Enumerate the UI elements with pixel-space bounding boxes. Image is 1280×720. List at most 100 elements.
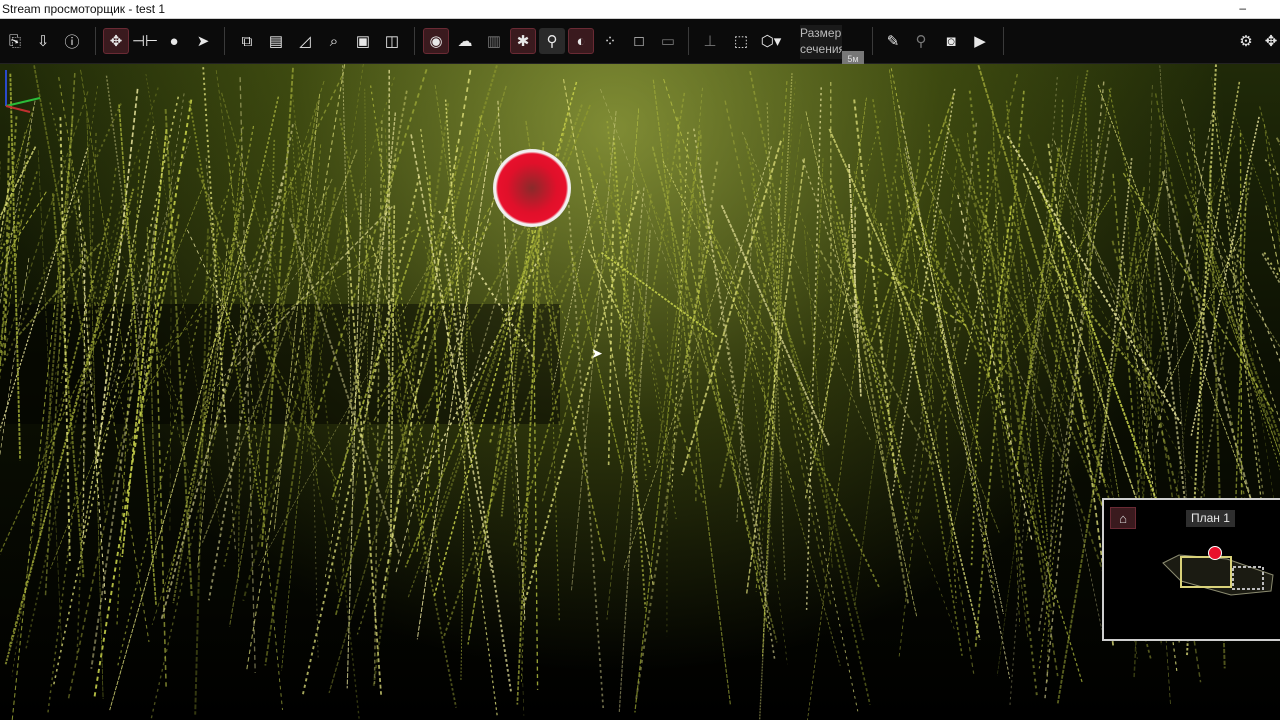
point-mode-icon[interactable]: ◉ xyxy=(423,28,449,54)
toolbar-separator xyxy=(688,27,689,55)
cube-dropdown-icon[interactable]: ⬡▾ xyxy=(758,28,784,54)
point-streak xyxy=(1265,205,1280,276)
info-icon[interactable]: ⓘ xyxy=(59,28,85,54)
point-streak xyxy=(970,151,990,567)
point-streak xyxy=(1211,77,1280,545)
clip-box-icon[interactable]: ⬚ xyxy=(728,28,754,54)
point-streak xyxy=(1084,181,1163,447)
layers-icon[interactable]: ▤ xyxy=(263,28,289,54)
point-streak xyxy=(264,187,337,666)
point-streak xyxy=(1035,175,1164,519)
copy-view-icon[interactable]: ⧉ xyxy=(234,28,260,54)
cloud-icon[interactable]: ☁ xyxy=(452,28,478,54)
toolbar-separator xyxy=(414,27,415,55)
minimize-button[interactable]: – xyxy=(1239,0,1246,16)
balls-icon[interactable]: ⁘ xyxy=(597,28,623,54)
main-toolbar: ⎘ ⇩ ⓘ ✥ ⊣⊢ ● ➤ ⧉ ▤ ◿ ⌕ ▣ ◫ ◉ ☁ ▥ ✱ ⚲ ◐ ⁘… xyxy=(0,19,1280,67)
toolbar-separator xyxy=(95,27,96,55)
location-marker[interactable] xyxy=(493,149,571,227)
point-streak xyxy=(701,241,716,358)
plan-selector[interactable]: План 1 xyxy=(1186,510,1235,527)
point-streak xyxy=(631,245,671,455)
open-icon[interactable]: ⎘ xyxy=(2,28,28,54)
ruler-icon[interactable]: ✎ xyxy=(880,28,906,54)
point-streak xyxy=(1155,112,1214,444)
image-icon[interactable]: ▣ xyxy=(350,28,376,54)
point-streak xyxy=(752,161,769,471)
point-streak xyxy=(755,81,788,592)
ghost-icon[interactable]: ✱ xyxy=(510,28,536,54)
zoom-fit-icon[interactable]: ⌕ xyxy=(321,28,347,54)
overflow-icon[interactable]: ✥ xyxy=(1258,28,1280,54)
measure-distance-icon[interactable]: ⊣⊢ xyxy=(132,28,158,54)
point-streak xyxy=(758,81,796,588)
point-streak xyxy=(587,249,626,327)
point-cloud-render xyxy=(0,64,1280,720)
user-view-icon[interactable]: ● xyxy=(161,28,187,54)
point-streak xyxy=(619,108,640,350)
point-streak xyxy=(1263,252,1280,280)
point-streak xyxy=(1073,231,1125,530)
point-streak xyxy=(624,203,677,520)
panorama-icon[interactable]: ▭ xyxy=(655,28,681,54)
point-streak xyxy=(565,169,605,709)
point-streak xyxy=(977,64,1106,486)
point-streak xyxy=(1041,198,1201,494)
navigate-icon[interactable]: ✥ xyxy=(103,28,129,54)
window-title: Stream просмоторщик - test 1 xyxy=(2,2,166,16)
point-streak xyxy=(637,92,686,383)
axis-gizmo xyxy=(5,70,41,113)
rect-icon[interactable]: □ xyxy=(626,28,652,54)
axis-icon[interactable]: ⊥ xyxy=(697,28,723,54)
point-streak xyxy=(623,246,731,571)
point-streak xyxy=(600,251,719,339)
section-size-label: Размер сечения xyxy=(800,25,842,59)
point-streak xyxy=(853,99,897,476)
point-streak xyxy=(829,179,913,539)
point-streak xyxy=(228,155,283,710)
clip-icon[interactable]: ◿ xyxy=(292,28,318,54)
point-streak xyxy=(562,78,654,586)
camera-icon[interactable]: ◙ xyxy=(938,28,964,54)
section-icon[interactable]: ▥ xyxy=(481,28,507,54)
point-streak xyxy=(745,158,806,594)
point-streak xyxy=(150,211,267,720)
point-streak xyxy=(1051,152,1107,462)
fly-icon[interactable]: ➤ xyxy=(190,28,216,54)
toolbar-separator xyxy=(1003,27,1004,55)
point-streak xyxy=(957,138,1005,490)
point-streak xyxy=(957,194,1033,542)
point-streak xyxy=(414,65,498,339)
export-icon[interactable]: ⇩ xyxy=(30,28,56,54)
point-streak xyxy=(1259,106,1280,189)
point-streak xyxy=(824,237,846,392)
settings-icon[interactable]: ⚙ xyxy=(1233,28,1259,54)
point-streak xyxy=(581,150,641,340)
point-streak xyxy=(109,208,254,711)
box-3d-icon[interactable]: ◫ xyxy=(379,28,405,54)
point-streak xyxy=(588,167,652,468)
point-streak xyxy=(750,182,865,641)
point-streak xyxy=(801,159,887,405)
point-cloud-viewport[interactable]: ➤ xyxy=(0,64,1280,720)
toolbar-separator xyxy=(224,27,225,55)
mouse-cursor-icon: ➤ xyxy=(591,345,603,361)
point-streak xyxy=(24,210,123,651)
point-streak xyxy=(1053,140,1157,417)
point-streak xyxy=(1264,159,1280,179)
point-streak xyxy=(799,120,881,421)
point-streak xyxy=(687,249,770,632)
point-streak xyxy=(82,241,86,536)
title-bar: Stream просмоторщик - test 1 – xyxy=(0,0,1280,19)
minimap-location-dot xyxy=(1208,546,1222,560)
minimap-view-icon[interactable]: ⌂ xyxy=(1110,507,1136,529)
pin-icon[interactable]: ⚲ xyxy=(539,28,565,54)
point-streak xyxy=(1190,81,1241,375)
point-streak xyxy=(1025,263,1103,630)
walk-icon[interactable]: ⚲ xyxy=(908,28,934,54)
point-streak xyxy=(625,187,645,377)
eye-hide-icon[interactable]: ◐ xyxy=(568,28,594,54)
minimap-panel[interactable]: ⌂ План 1 xyxy=(1102,498,1280,641)
video-icon[interactable]: ▶ xyxy=(967,28,993,54)
point-streak xyxy=(1159,65,1188,516)
